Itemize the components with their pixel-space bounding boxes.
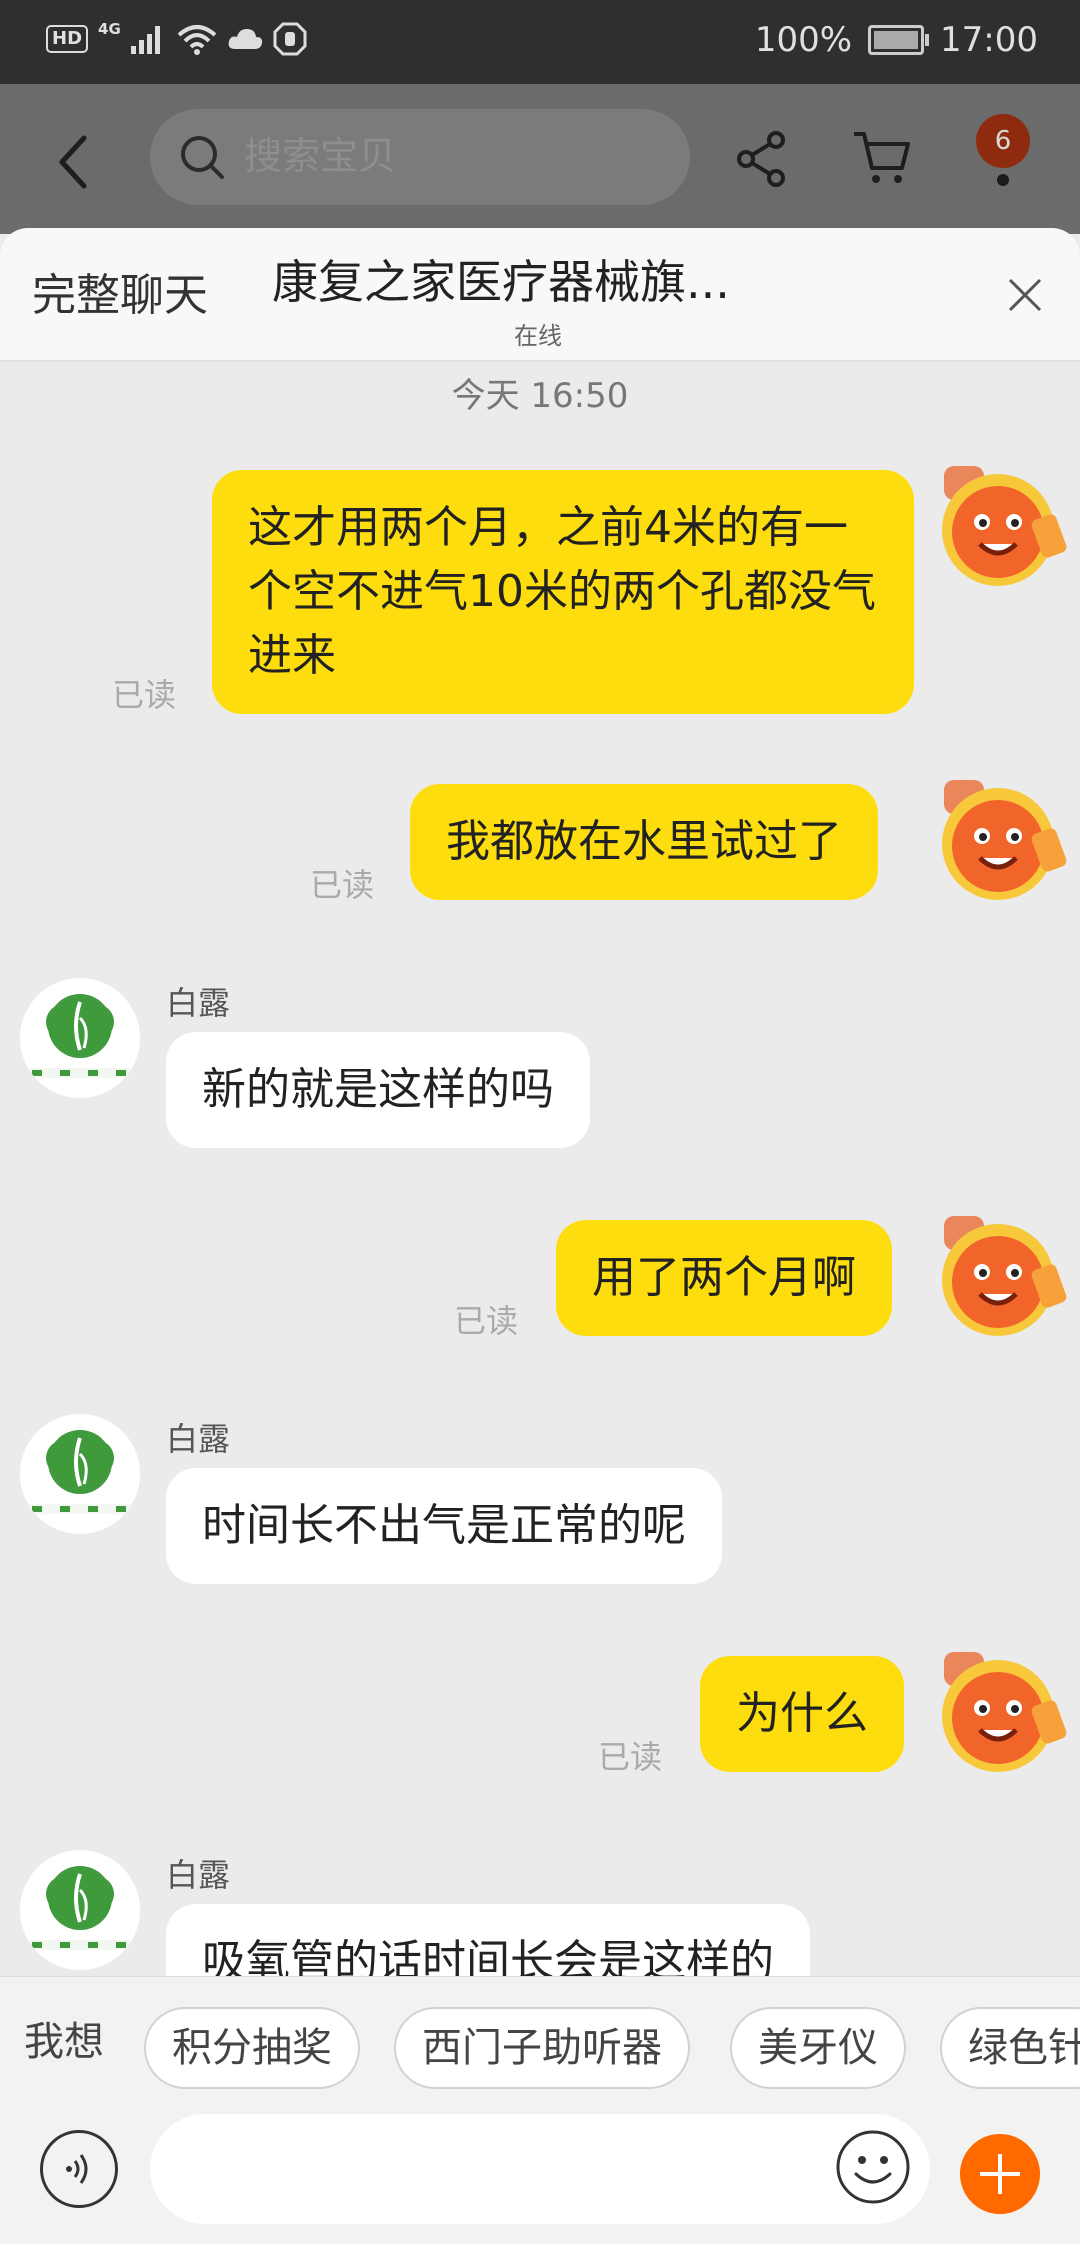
quick-reply-chip[interactable]: 积分抽奖 — [144, 2007, 360, 2089]
sender-name: 白露 — [166, 1420, 231, 1458]
shop-logo-icon — [30, 994, 130, 1078]
quick-reply-bar: 我想 积分抽奖 西门子助听器 美牙仪 绿色针 — [0, 1976, 1080, 2107]
chat-timestamp: 今天 16:50 — [451, 376, 629, 416]
shop-avatar[interactable] — [20, 1850, 140, 1970]
voice-input-button[interactable] — [40, 2130, 118, 2208]
hand-icon — [273, 22, 307, 56]
online-status: 在线 — [514, 322, 562, 350]
wifi-icon — [177, 25, 217, 55]
read-receipt: 已读 — [598, 1738, 663, 1776]
signal-icon — [130, 26, 160, 54]
read-receipt: 已读 — [112, 676, 177, 714]
quick-reply-chip[interactable]: 绿色针 — [940, 2007, 1080, 2089]
battery-icon — [868, 25, 930, 55]
voice-icon — [66, 2154, 88, 2184]
notification-badge[interactable]: 6 — [976, 114, 1030, 168]
full-chat-link[interactable]: 完整聊天 — [32, 268, 208, 324]
message-bubble-outgoing[interactable]: 用了两个月啊 — [556, 1220, 892, 1336]
shop-logo-icon — [30, 1866, 130, 1950]
user-avatar[interactable] — [924, 462, 1072, 590]
back-arrow-icon[interactable] — [52, 132, 96, 192]
input-bar — [0, 2106, 1080, 2244]
share-icon[interactable] — [736, 130, 788, 188]
search-icon — [181, 136, 224, 179]
search-bar[interactable]: 搜索宝贝 — [150, 109, 690, 205]
shop-logo-icon — [30, 1430, 130, 1514]
shop-avatar[interactable] — [20, 1414, 140, 1534]
sender-name: 白露 — [166, 984, 231, 1022]
cart-icon[interactable] — [852, 130, 912, 186]
hd-indicator: HD — [46, 25, 89, 53]
shop-avatar[interactable] — [20, 978, 140, 1098]
network-type: 4G — [98, 20, 121, 38]
close-icon[interactable] — [1006, 276, 1044, 314]
shop-name: 康复之家医疗器械旗... — [272, 255, 730, 309]
message-input[interactable] — [150, 2114, 930, 2224]
app-header: 搜索宝贝 6 — [0, 84, 1080, 234]
message-bubble-outgoing[interactable]: 我都放在水里试过了 — [410, 784, 878, 900]
more-icon[interactable] — [997, 174, 1009, 186]
quick-reply-label: 我想 — [24, 2019, 104, 2065]
search-placeholder: 搜索宝贝 — [244, 134, 397, 178]
message-list[interactable]: 今天 16:50 已读 这才用两个月，之前4米的有一个空不进气10米的两个孔都没… — [0, 362, 1080, 1976]
message-bubble-outgoing[interactable]: 为什么 — [700, 1656, 904, 1772]
message-bubble-outgoing[interactable]: 这才用两个月，之前4米的有一个空不进气10米的两个孔都没气进来 — [212, 470, 914, 714]
status-bar: HD 4G 100% 17:00 — [0, 0, 1080, 84]
message-bubble-incoming[interactable]: 吸氧管的话时间长会是这样的 — [166, 1904, 810, 1976]
chat-header: 完整聊天 康复之家医疗器械旗... 在线 — [0, 228, 1080, 362]
quick-reply-chip[interactable]: 美牙仪 — [730, 2007, 906, 2089]
sender-name: 白露 — [166, 1856, 231, 1894]
quick-reply-chip[interactable]: 西门子助听器 — [394, 2007, 690, 2089]
clock: 17:00 — [940, 20, 1038, 60]
user-avatar[interactable] — [924, 1648, 1072, 1776]
user-avatar[interactable] — [924, 1212, 1072, 1340]
message-bubble-incoming[interactable]: 时间长不出气是正常的呢 — [166, 1468, 722, 1584]
message-bubble-incoming[interactable]: 新的就是这样的吗 — [166, 1032, 590, 1148]
user-avatar[interactable] — [924, 776, 1072, 904]
cloud-icon — [228, 29, 262, 49]
battery-percent: 100% — [754, 20, 853, 60]
add-attachment-button[interactable] — [960, 2134, 1040, 2214]
emoji-icon[interactable] — [834, 2128, 912, 2206]
read-receipt: 已读 — [310, 866, 375, 904]
read-receipt: 已读 — [454, 1302, 519, 1340]
